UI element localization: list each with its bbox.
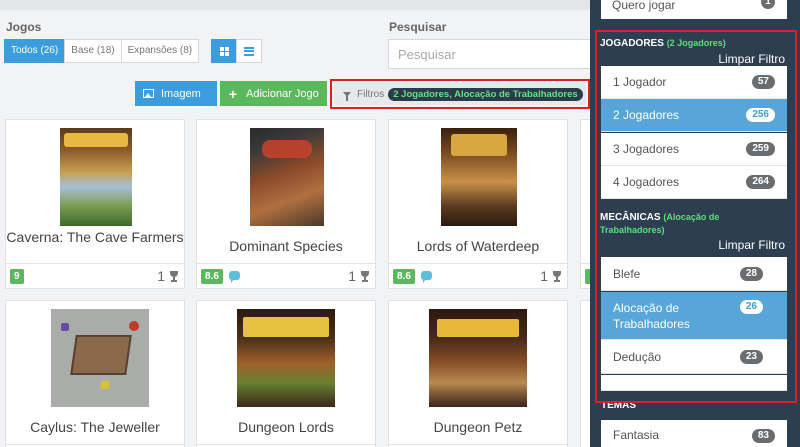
top-strip <box>0 0 590 10</box>
grid-icon <box>219 46 229 56</box>
game-card[interactable]: Caylus: The Jeweller <box>5 300 185 447</box>
wins-counter: 1 <box>540 268 562 284</box>
game-card[interactable]: Dungeon Petz <box>388 300 568 447</box>
game-name: Caverna: The Cave Farmers <box>6 229 184 245</box>
list-icon <box>244 46 254 56</box>
search-label: Pesquisar <box>389 20 447 34</box>
view-toggle <box>211 39 262 63</box>
filter-item-count: 83 <box>751 429 775 443</box>
comment-icon <box>421 271 432 283</box>
wins-counter: 1 <box>157 268 179 284</box>
rating-badge: 8.6 <box>201 269 223 284</box>
filter-all-button[interactable]: Todos (26) <box>4 39 66 63</box>
game-name: Dungeon Petz <box>433 419 523 435</box>
filter-item-label: Fantasia <box>613 428 660 442</box>
games-label: Jogos <box>6 20 42 34</box>
game-card[interactable]: Caverna: The Cave Farmers 9 1 <box>5 119 185 289</box>
game-type-filter: Todos (26) Base (18) Expansões (8) <box>4 39 200 63</box>
game-card[interactable]: Dominant Species 8.6 1 <box>196 119 376 289</box>
filter-bar[interactable]: Filtros 2 Jogadores, Alocação de Trabalh… <box>334 83 586 105</box>
funnel-icon <box>343 91 351 101</box>
game-name: Caylus: The Jeweller <box>30 419 160 435</box>
image-button-label: Imagem <box>161 87 201 100</box>
search-input[interactable] <box>388 39 598 69</box>
filter-expansions-button[interactable]: Expansões (8) <box>120 39 200 63</box>
game-name: Dominant Species <box>229 238 343 254</box>
game-name: Dungeon Lords <box>238 419 334 435</box>
filter-label: Filtros <box>357 88 385 100</box>
wins-counter: 1 <box>348 268 370 284</box>
filter-item-want-to-play[interactable]: Quero jogar 1 <box>601 0 787 19</box>
active-filters-badge[interactable]: 2 Jogadores, Alocação de Trabalhadores <box>388 87 583 101</box>
game-card[interactable]: Dungeon Lords <box>196 300 376 447</box>
game-cover-image <box>429 309 527 407</box>
plus-icon: + <box>228 85 238 102</box>
filter-item-fantasy[interactable]: Fantasia 83 <box>601 420 787 447</box>
filter-base-button[interactable]: Base (18) <box>64 39 122 63</box>
game-cover-image <box>60 128 132 226</box>
game-card[interactable]: Lords of Waterdeep 8.6 1 <box>388 119 568 289</box>
image-button[interactable]: Imagem <box>135 81 217 106</box>
filters-highlight-box <box>595 30 797 403</box>
wins-count: 1 <box>540 268 548 284</box>
game-cover-image <box>51 309 149 407</box>
game-name: Lords of Waterdeep <box>416 238 540 254</box>
trophy-icon <box>552 270 562 282</box>
add-game-button[interactable]: + Adicionar Jogo <box>220 81 327 106</box>
wins-count: 1 <box>157 268 165 284</box>
trophy-icon <box>169 270 179 282</box>
rating-badge: 9 <box>10 269 24 284</box>
game-cover-image <box>237 309 335 407</box>
filter-item-label: Quero jogar <box>612 0 676 12</box>
game-cover-image <box>250 128 324 226</box>
filter-highlight: Filtros 2 Jogadores, Alocação de Trabalh… <box>330 79 590 109</box>
image-icon <box>135 89 161 98</box>
comment-icon <box>229 271 240 283</box>
wins-count: 1 <box>348 268 356 284</box>
add-game-label: Adicionar Jogo <box>246 87 319 100</box>
filter-item-count: 1 <box>761 0 775 9</box>
list-view-button[interactable] <box>236 39 262 63</box>
rating-badge: 8.6 <box>393 269 415 284</box>
game-cover-image <box>441 128 517 226</box>
trophy-icon <box>360 270 370 282</box>
grid-view-button[interactable] <box>211 39 237 63</box>
